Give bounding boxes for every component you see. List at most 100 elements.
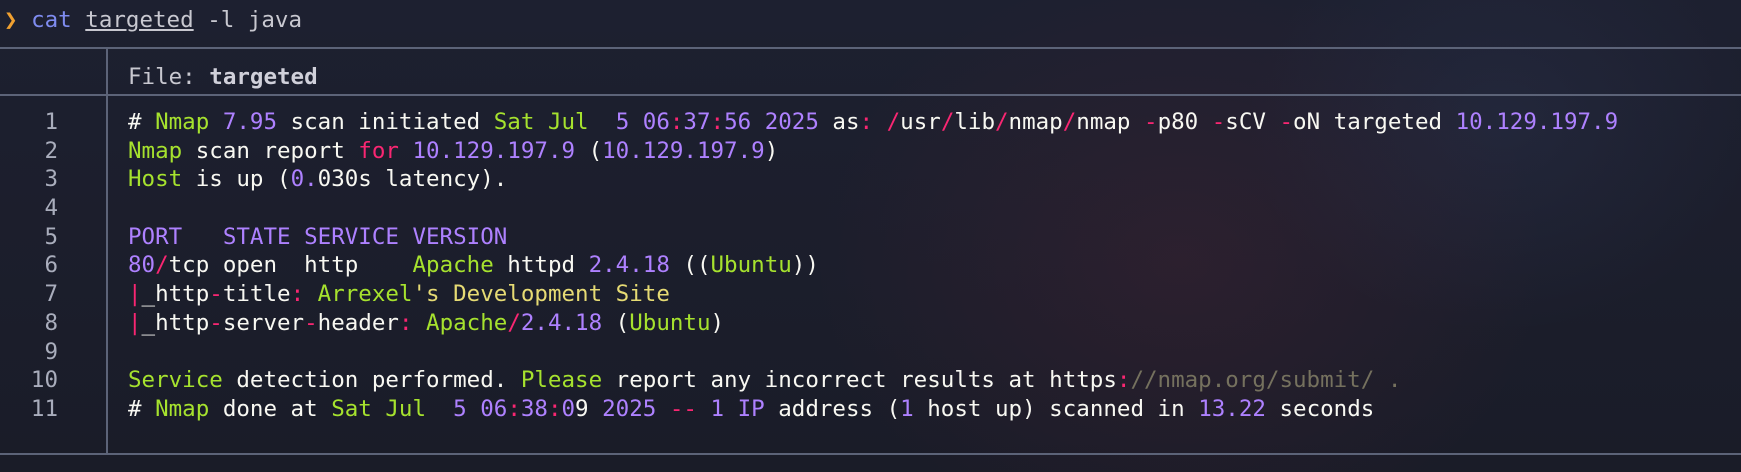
token: | xyxy=(128,309,142,336)
token: Sat Jul xyxy=(493,109,589,135)
token: / xyxy=(1062,109,1077,135)
line-number: 11 xyxy=(30,395,58,422)
shell-prompt-line: ❯ cat targeted -l java xyxy=(0,0,302,40)
token: scan initiated xyxy=(277,109,494,135)
token: 0. xyxy=(290,166,318,193)
line-text: |_http-title: Arrexel's Development Site xyxy=(128,280,670,309)
token: # xyxy=(128,395,156,422)
token: PORT STATE SERVICE VERSION xyxy=(128,223,508,250)
command-flags: -l java xyxy=(207,7,303,33)
code-line: 7 |_http-title: Arrexel's Development Sit… xyxy=(0,280,1741,309)
token: 13.22 xyxy=(1198,395,1266,422)
token: sCV xyxy=(1225,109,1280,135)
token: Nmap xyxy=(155,395,210,422)
token: ) xyxy=(764,137,779,164)
token: 2.4.18 xyxy=(520,309,603,336)
token: address ( xyxy=(764,395,901,422)
command-name: cat xyxy=(31,7,72,33)
token: : xyxy=(290,281,305,308)
line-text: Service detection performed. Please repo… xyxy=(128,366,1401,395)
token: / xyxy=(995,109,1009,135)
token: 37 xyxy=(683,109,711,135)
token: : xyxy=(547,395,562,422)
token: //nmap.org/submit/ . xyxy=(1130,367,1402,394)
header-divider xyxy=(0,94,1741,96)
token: as xyxy=(818,109,860,135)
line-number: 2 xyxy=(44,137,58,164)
code-line: 4 xyxy=(0,194,1741,223)
token: scan report xyxy=(182,137,359,164)
token: seconds xyxy=(1265,395,1375,422)
token: -- xyxy=(669,395,697,422)
token: 10.129.197.9 xyxy=(602,137,765,164)
token: 5 xyxy=(453,395,467,422)
token: header xyxy=(317,309,399,336)
token: done at xyxy=(209,395,332,422)
token: 1 xyxy=(900,395,914,422)
token: ) xyxy=(710,309,725,336)
file-content: 1 # Nmap 7.95 scan initiated Sat Jul 5 06… xyxy=(0,108,1741,424)
line-text: Nmap scan report for 10.129.197.9 (10.12… xyxy=(128,137,778,166)
token: Ubuntu xyxy=(710,252,792,279)
token: - xyxy=(209,281,223,308)
prompt-chevron-icon: ❯ xyxy=(4,7,18,33)
token: 0 xyxy=(561,395,576,422)
line-number: 1 xyxy=(44,109,58,135)
token: Please xyxy=(520,367,603,394)
token: : xyxy=(507,395,521,422)
line-text: PORT STATE SERVICE VERSION xyxy=(128,223,507,252)
token: - xyxy=(1279,109,1294,135)
line-number: 4 xyxy=(44,195,58,222)
token: _http xyxy=(141,281,210,308)
token: detection performed. xyxy=(222,367,521,394)
token: 030s latency). xyxy=(317,166,508,193)
file-viewer: File: targeted 1 # Nmap 7.95 scan initiat… xyxy=(0,47,1741,455)
token: 06 xyxy=(642,109,670,135)
token: nmap xyxy=(1076,109,1145,135)
token: server xyxy=(222,309,305,336)
token: 10.129.197.9 xyxy=(412,137,576,164)
line-number: 5 xyxy=(44,223,58,250)
code-line: 6 80/tcp open http Apache httpd 2.4.18 ((… xyxy=(0,251,1741,280)
token: - xyxy=(304,309,318,336)
token: 38 xyxy=(520,395,548,422)
token: 9 xyxy=(575,395,603,422)
token: 2025 xyxy=(602,395,657,422)
line-text: Host is up (0.030s latency). xyxy=(128,165,507,194)
token: | xyxy=(128,281,142,308)
token: 's Development Site xyxy=(412,281,670,308)
token: report any incorrect results at https xyxy=(602,367,1117,394)
token: 10.129.197.9 xyxy=(1455,109,1619,135)
code-line: 9 xyxy=(0,338,1741,367)
token: ( xyxy=(575,137,603,164)
token: for xyxy=(358,137,399,164)
token: _http xyxy=(141,309,210,336)
command-file-argument[interactable]: targeted xyxy=(85,7,193,33)
token: # xyxy=(128,109,156,135)
line-number: 6 xyxy=(44,252,58,279)
file-header-name: targeted xyxy=(209,64,318,90)
token: oN targeted xyxy=(1293,109,1456,135)
token: title xyxy=(222,281,291,308)
bottom-divider xyxy=(0,453,1741,455)
token: : xyxy=(398,309,413,336)
code-line: 11 # Nmap done at Sat Jul 5 06:38:09 2025… xyxy=(0,395,1741,424)
token: 06 xyxy=(480,395,508,422)
token: - xyxy=(209,309,223,336)
token: / xyxy=(507,309,521,336)
token: - xyxy=(1144,109,1158,135)
token: Host xyxy=(128,166,183,193)
token: : xyxy=(859,109,874,135)
token: Ubuntu xyxy=(629,309,711,336)
token: is up ( xyxy=(182,166,291,193)
token: : xyxy=(669,109,684,135)
code-line: 3 Host is up (0.030s latency). xyxy=(0,165,1741,194)
line-number: 3 xyxy=(44,166,58,193)
